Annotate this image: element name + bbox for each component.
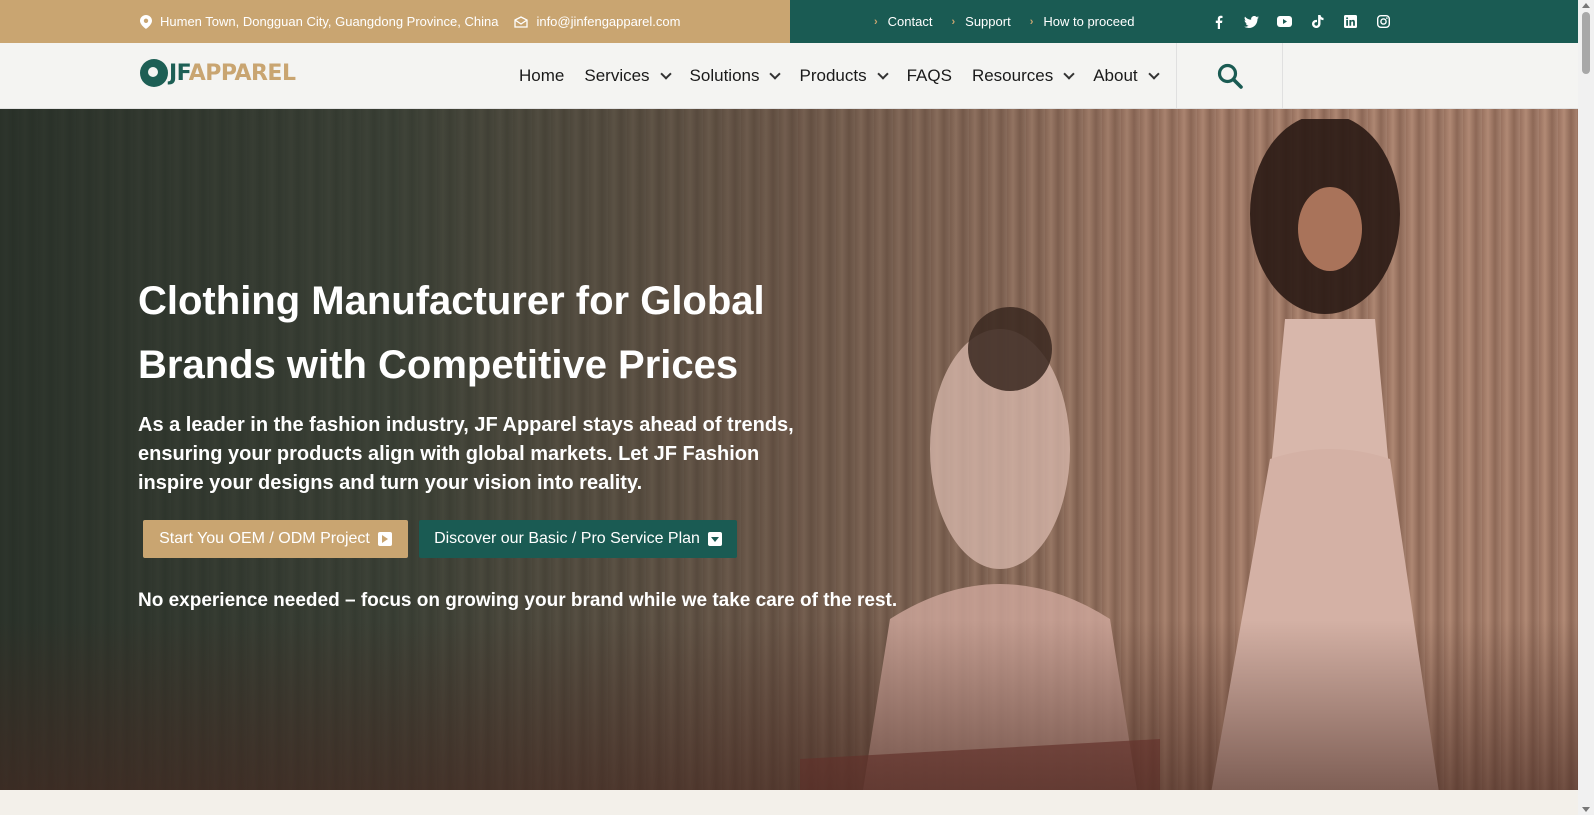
next-section-edge bbox=[0, 790, 1578, 815]
instagram-icon[interactable] bbox=[1374, 12, 1393, 31]
envelope-icon bbox=[514, 15, 529, 28]
support-link[interactable]: › Support bbox=[951, 14, 1010, 29]
chevron-down-icon bbox=[659, 68, 672, 80]
hero-title: Clothing Manufacturer for Global Brands … bbox=[138, 279, 765, 387]
hero-note: No experience needed – focus on growing … bbox=[138, 590, 898, 611]
contact-link-label: Contact bbox=[887, 14, 933, 29]
address-item: Humen Town, Dongguan City, Guangdong Pro… bbox=[140, 14, 498, 29]
search-button[interactable] bbox=[1176, 43, 1283, 109]
start-oem-odm-project-button[interactable]: Start You OEM / ODM Project bbox=[143, 520, 408, 558]
logo-wordmark: JFAPPAREL bbox=[169, 60, 296, 86]
hero-floor-shade bbox=[0, 620, 1578, 790]
nav-label: Home bbox=[519, 66, 565, 85]
scroll-down-arrow-icon[interactable] bbox=[1582, 807, 1590, 812]
support-link-label: Support bbox=[965, 14, 1011, 29]
chevron-right-icon: › bbox=[1029, 15, 1034, 28]
nav-item-products[interactable]: Products bbox=[799, 66, 889, 86]
chevron-down-icon bbox=[1147, 68, 1160, 80]
email-link[interactable]: info@jinfengapparel.com bbox=[536, 14, 680, 29]
discover-service-plan-button[interactable]: Discover our Basic / Pro Service Plan bbox=[419, 520, 737, 558]
site-logo[interactable]: JFAPPAREL bbox=[140, 58, 296, 88]
twitter-icon[interactable] bbox=[1242, 12, 1261, 31]
nav-label: Solutions bbox=[689, 66, 760, 85]
top-bar: Humen Town, Dongguan City, Guangdong Pro… bbox=[0, 0, 1578, 43]
chevron-down-icon bbox=[876, 68, 889, 80]
how-to-proceed-link-label: How to proceed bbox=[1043, 14, 1135, 29]
linkedin-icon[interactable] bbox=[1341, 12, 1360, 31]
chevron-down-icon bbox=[1063, 68, 1075, 80]
utility-links-bar: › Contact › Support › How to proceed bbox=[790, 0, 1578, 43]
tiktok-icon[interactable] bbox=[1308, 12, 1327, 31]
logo-apparel: APPAREL bbox=[188, 60, 296, 86]
email-item[interactable]: info@jinfengapparel.com bbox=[514, 14, 680, 29]
chevron-down-icon bbox=[769, 68, 782, 80]
logo-mark-icon bbox=[140, 59, 168, 87]
play-arrow-icon bbox=[377, 532, 392, 546]
site-header: JFAPPAREL Home Services Solutions Produc… bbox=[0, 43, 1578, 109]
nav-label: FAQS bbox=[906, 66, 952, 85]
page-scrollbar[interactable] bbox=[1578, 0, 1594, 815]
address-text: Humen Town, Dongguan City, Guangdong Pro… bbox=[160, 14, 499, 29]
location-pin-icon bbox=[140, 14, 152, 29]
contact-link[interactable]: › Contact bbox=[874, 14, 932, 29]
nav-label: Resources bbox=[971, 66, 1054, 85]
scroll-thumb[interactable] bbox=[1582, 12, 1590, 74]
social-icons bbox=[1209, 12, 1393, 31]
chevron-right-icon: › bbox=[951, 15, 956, 28]
youtube-icon[interactable] bbox=[1275, 12, 1294, 31]
how-to-proceed-link[interactable]: › How to proceed bbox=[1030, 14, 1135, 29]
nav-item-about[interactable]: About bbox=[1093, 66, 1160, 86]
search-icon bbox=[1217, 63, 1243, 89]
nav-item-home[interactable]: Home bbox=[519, 66, 564, 86]
nav-item-services[interactable]: Services bbox=[584, 66, 672, 86]
nav-label: About bbox=[1093, 66, 1138, 85]
hero-section: Clothing Manufacturer for Global Brands … bbox=[0, 109, 1578, 790]
scroll-up-arrow-icon[interactable] bbox=[1582, 3, 1590, 8]
contact-info-bar: Humen Town, Dongguan City, Guangdong Pro… bbox=[0, 0, 790, 43]
nav-item-resources[interactable]: Resources bbox=[971, 66, 1075, 86]
nav-label: Services bbox=[584, 66, 650, 85]
main-nav: Home Services Solutions Products FAQS Re… bbox=[519, 43, 1178, 109]
discover-plan-label: Discover our Basic / Pro Service Plan bbox=[434, 530, 700, 547]
hero-subtitle: As a leader in the fashion industry, JF … bbox=[138, 414, 794, 494]
nav-label: Products bbox=[799, 66, 867, 85]
facebook-icon[interactable] bbox=[1209, 12, 1228, 31]
chevron-right-icon: › bbox=[874, 15, 878, 28]
nav-item-solutions[interactable]: Solutions bbox=[689, 66, 782, 86]
nav-item-faqs[interactable]: FAQS bbox=[907, 66, 952, 86]
logo-jf: JF bbox=[169, 60, 189, 86]
start-project-label: Start You OEM / ODM Project bbox=[159, 530, 370, 547]
caret-down-icon bbox=[707, 532, 722, 546]
